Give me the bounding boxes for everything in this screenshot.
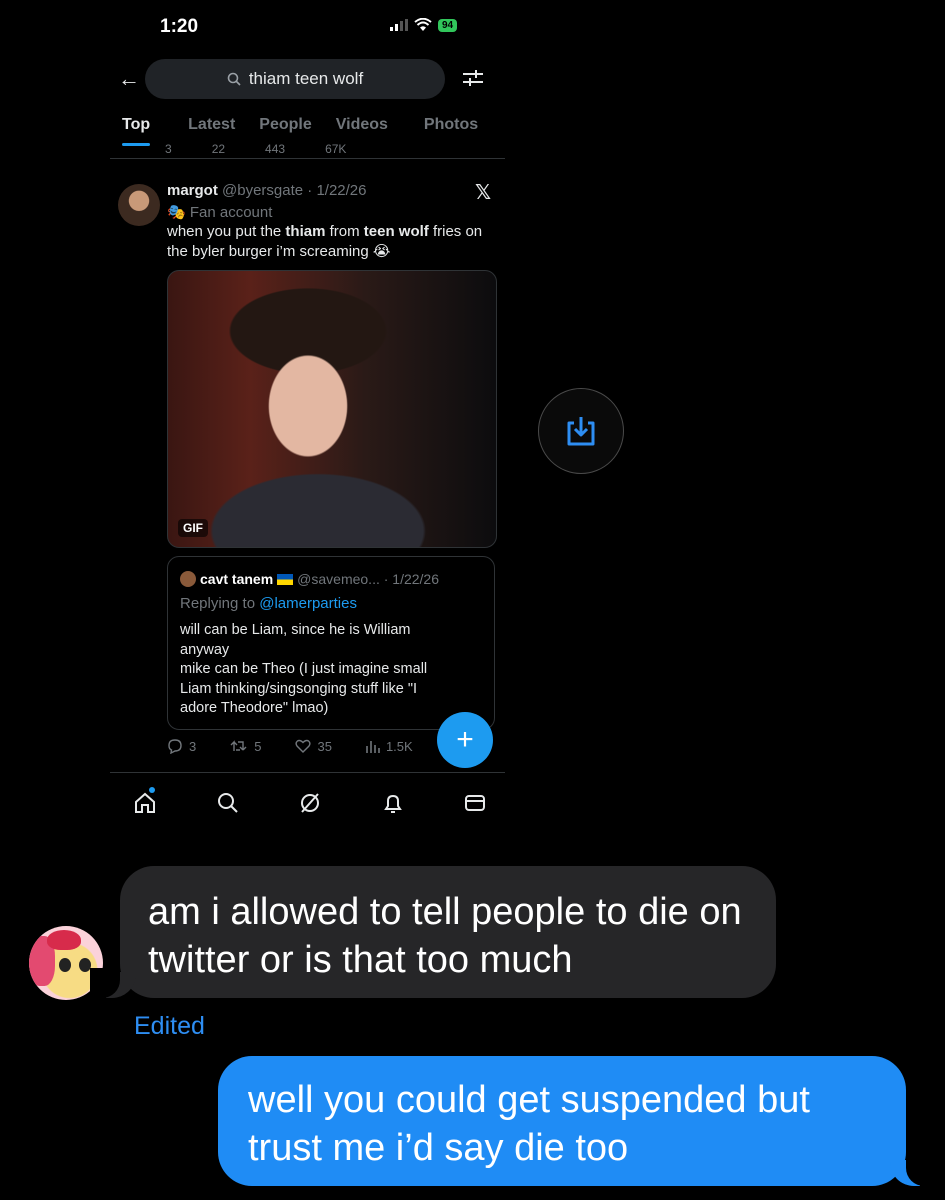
tab-videos[interactable]: Videos [324, 112, 400, 146]
filter-icon[interactable] [462, 68, 484, 94]
x-logo-icon: 𝕏 [475, 182, 492, 204]
tab-people[interactable]: People [247, 112, 323, 146]
quote-avatar [180, 571, 196, 587]
save-image-button[interactable] [538, 388, 624, 474]
heart-icon [295, 739, 312, 753]
home-icon[interactable] [130, 788, 160, 818]
tab-photos[interactable]: Photos [400, 112, 490, 146]
quote-header: cavt tanem @savemeo... · 1/22/26 [180, 571, 439, 587]
status-icons: 94 [390, 18, 458, 32]
repost-button[interactable]: 5 [230, 738, 261, 754]
quoted-tweet[interactable]: cavt tanem @savemeo... · 1/22/26 Replying… [167, 556, 495, 730]
reply-icon [168, 739, 182, 754]
tweet-text: when you put the thiam from teen wolf fr… [167, 223, 483, 260]
tweet-header: margot @byersgate · 1/22/26 [167, 182, 367, 199]
incoming-message-text: am i allowed to tell people to die on tw… [148, 891, 742, 981]
edited-label[interactable]: Edited [134, 1012, 205, 1041]
repost-icon [230, 740, 247, 751]
download-icon [567, 417, 595, 446]
divider [110, 158, 505, 159]
quote-text: will can be Liam, since he is William an… [180, 622, 428, 716]
ukraine-flag-icon [277, 574, 294, 585]
mask-icon: 🎭 [167, 204, 186, 221]
search-tabs: Top Latest People Videos Photos [110, 112, 510, 146]
back-arrow-icon[interactable]: ← [118, 66, 140, 92]
grok-icon[interactable] [295, 788, 325, 818]
tweet-display-name[interactable]: margot [167, 182, 218, 199]
prev-replies: 3 [165, 142, 172, 154]
search-icon [227, 72, 241, 86]
outgoing-message-bubble[interactable]: well you could get suspended but trust m… [218, 1056, 936, 1186]
prev-reposts: 22 [211, 142, 226, 154]
tab-top[interactable]: Top [110, 112, 162, 146]
incoming-message-bubble[interactable]: am i allowed to tell people to die on tw… [90, 866, 776, 998]
prev-views: 67K [325, 142, 347, 154]
replying-to: Replying to @lamerparties [180, 595, 357, 612]
status-time: 1:20 [160, 16, 199, 37]
quote-display-name: cavt tanem [200, 571, 274, 587]
messages-envelope-icon[interactable] [460, 788, 490, 818]
views-button[interactable]: 1.5K [366, 738, 413, 754]
quote-handle-date: @savemeo... · 1/22/26 [297, 571, 439, 587]
wifi-icon [414, 18, 432, 31]
tweet-gif-media[interactable]: GIF [167, 270, 497, 548]
tweet-avatar[interactable] [118, 184, 160, 226]
divider [110, 772, 505, 773]
views-icon [366, 741, 380, 753]
notifications-bell-icon[interactable] [378, 788, 408, 818]
outgoing-message-text: well you could get suspended but trust m… [248, 1079, 810, 1169]
tweet-handle-date: @byersgate · 1/22/26 [222, 182, 367, 199]
embedded-screenshot: 1:20 94 ← thiam teen wolf Top Latest Peo… [110, 0, 510, 830]
prev-likes: 443 [265, 142, 286, 154]
like-button[interactable]: 35 [295, 738, 332, 754]
tab-latest[interactable]: Latest [162, 112, 247, 146]
bottom-nav [130, 788, 490, 818]
home-notification-dot [149, 787, 155, 793]
tweet-actions: 3 5 35 1.5K [167, 738, 467, 754]
replying-handle-link[interactable]: @lamerparties [259, 595, 357, 612]
reply-button[interactable]: 3 [167, 738, 196, 754]
battery-badge: 94 [438, 18, 458, 32]
fan-account-label: 🎭 Fan account [167, 204, 273, 221]
search-field[interactable]: thiam teen wolf [145, 59, 445, 99]
compose-plus-button[interactable]: + [437, 712, 493, 768]
signal-icon [390, 19, 408, 31]
gif-badge: GIF [178, 519, 208, 537]
search-nav-icon[interactable] [213, 788, 243, 818]
previous-tweet-actions: 3 22 443 67K [165, 142, 495, 154]
search-query: thiam teen wolf [248, 69, 364, 88]
